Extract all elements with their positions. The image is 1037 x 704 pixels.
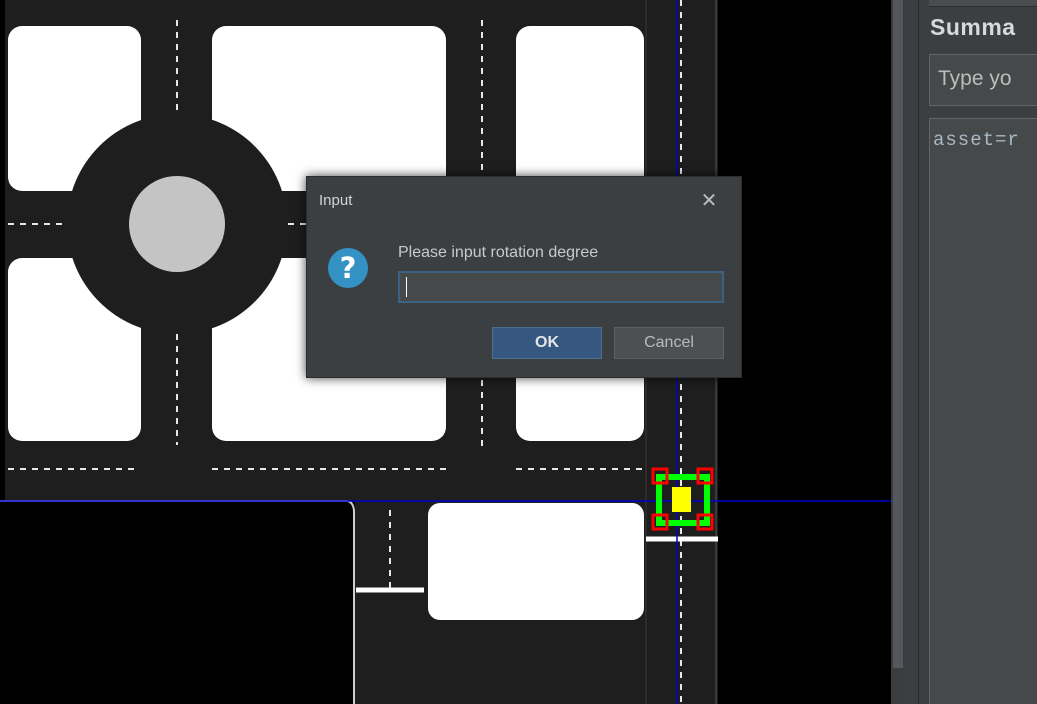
- summary-input[interactable]: Type yo: [929, 54, 1037, 106]
- scrollbar-thumb[interactable]: [893, 0, 903, 668]
- dialog-message: Please input rotation degree: [398, 244, 599, 261]
- roundabout-island: [129, 176, 225, 272]
- vertical-scrollbar[interactable]: [891, 0, 905, 704]
- text-caret: [406, 277, 407, 297]
- summary-textarea[interactable]: asset=r: [929, 118, 1037, 704]
- dialog-title: Input: [319, 192, 353, 209]
- summary-title: Summa: [930, 14, 1016, 40]
- vehicle-body: [672, 487, 691, 512]
- sidebar-divider: [918, 0, 919, 704]
- ok-button[interactable]: OK: [492, 327, 602, 359]
- right-sidebar: Summa Type yo asset=r: [905, 0, 1037, 704]
- city-block: [428, 503, 644, 620]
- input-dialog: Input ✕ ? Please input rotation degree O…: [306, 176, 742, 378]
- city-block: [516, 26, 644, 191]
- rotation-degree-input[interactable]: [398, 271, 724, 303]
- empty-area: [0, 500, 352, 704]
- question-icon: ?: [328, 248, 368, 288]
- sidebar-top-field: [929, 0, 1037, 7]
- close-icon[interactable]: ✕: [695, 183, 723, 219]
- cancel-button[interactable]: Cancel: [614, 327, 724, 359]
